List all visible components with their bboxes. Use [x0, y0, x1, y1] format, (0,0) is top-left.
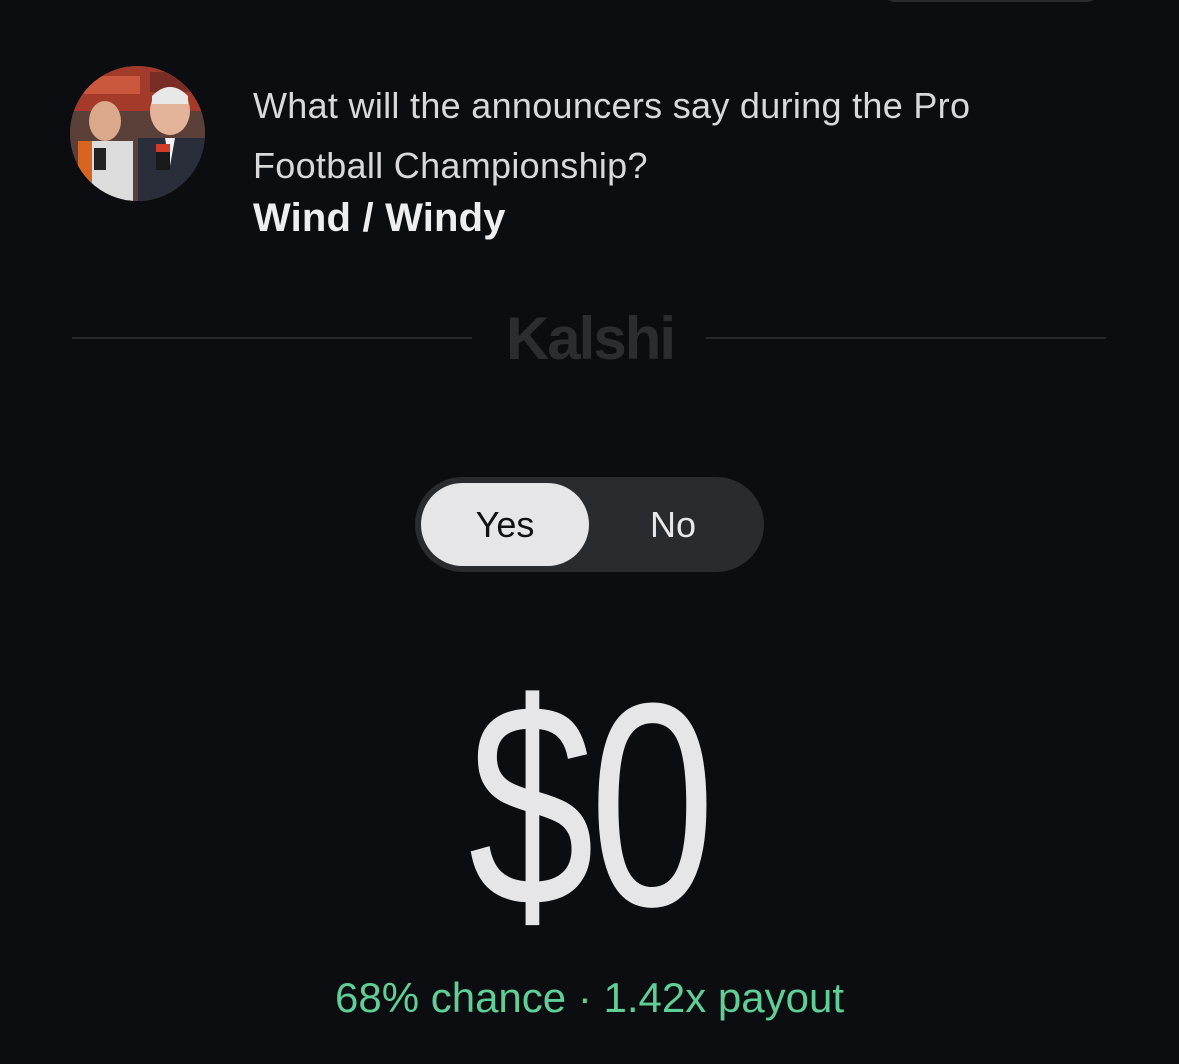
divider-line-left: [72, 337, 472, 339]
divider-line-right: [706, 337, 1106, 339]
top-pill-edge: [880, 0, 1102, 2]
toggle-yes-button[interactable]: Yes: [421, 483, 589, 566]
order-amount[interactable]: $0: [130, 660, 1050, 950]
odds-summary: 68% chance · 1.42x payout: [0, 974, 1179, 1022]
brand-divider: Kalshi: [70, 300, 1108, 376]
market-question: What will the announcers say during the …: [253, 85, 971, 186]
toggle-no-button[interactable]: No: [589, 483, 757, 566]
payout-text: 1.42x payout: [603, 974, 845, 1021]
chance-text: 68% chance: [334, 974, 567, 1021]
market-outcome: Wind / Windy: [253, 196, 506, 240]
separator-dot: ·: [577, 974, 592, 1021]
market-header: What will the announcers say during the …: [70, 66, 1110, 256]
market-avatar-image: [70, 66, 205, 201]
kalshi-logo: Kalshi: [505, 305, 676, 372]
yes-no-toggle: Yes No: [415, 477, 764, 572]
